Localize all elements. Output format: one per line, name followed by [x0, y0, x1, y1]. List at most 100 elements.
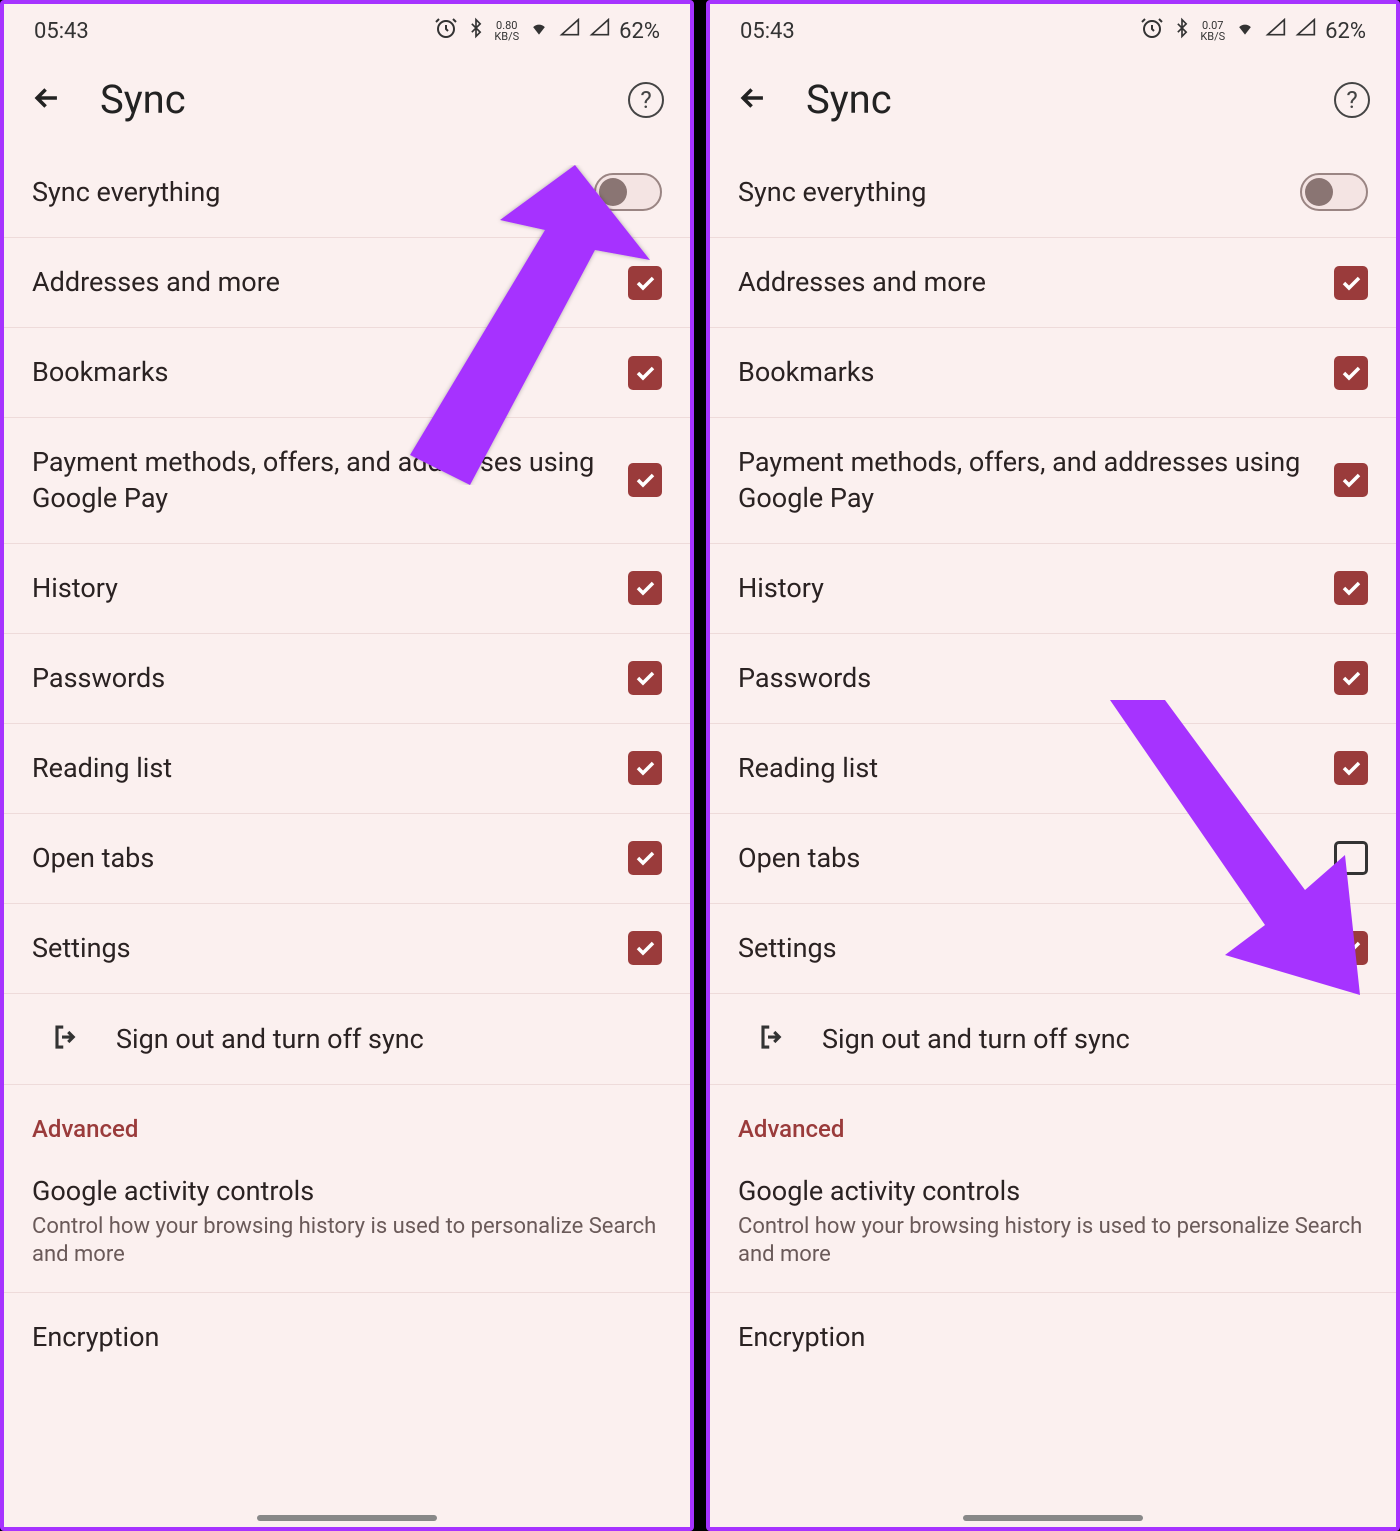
- sync-item-label: Settings: [738, 930, 1334, 966]
- signout-row[interactable]: Sign out and turn off sync: [710, 994, 1396, 1085]
- signout-label: Sign out and turn off sync: [116, 1023, 424, 1055]
- sync-item-label: Passwords: [738, 660, 1334, 696]
- sync-item-label: History: [32, 570, 628, 606]
- sync-item-row[interactable]: Settings: [4, 904, 690, 994]
- sync-item-checkbox[interactable]: [628, 356, 662, 390]
- nav-handle[interactable]: [257, 1515, 437, 1521]
- sync-item-checkbox[interactable]: [628, 751, 662, 785]
- encryption-label: Encryption: [32, 1321, 662, 1353]
- sync-item-row[interactable]: Bookmarks: [710, 328, 1396, 418]
- advanced-header: Advanced: [710, 1085, 1396, 1153]
- status-bar: 05:43 0.07 KB/S: [710, 4, 1396, 54]
- sync-item-label: Bookmarks: [738, 354, 1334, 390]
- sync-item-label: History: [738, 570, 1334, 606]
- encryption-row[interactable]: Encryption: [710, 1293, 1396, 1371]
- status-time: 05:43: [34, 19, 89, 44]
- network-speed: 0.07 KB/S: [1200, 20, 1225, 42]
- sync-item-label: Reading list: [32, 750, 628, 786]
- sync-item-row[interactable]: Settings: [710, 904, 1396, 994]
- sync-item-label: Open tabs: [32, 840, 628, 876]
- sync-item-label: Addresses and more: [32, 264, 628, 300]
- signal-icon-2: [1295, 18, 1317, 44]
- help-icon[interactable]: ?: [628, 82, 664, 118]
- sync-everything-label: Sync everything: [738, 174, 1300, 210]
- sync-item-row[interactable]: Addresses and more: [710, 238, 1396, 328]
- gac-description: Control how your browsing history is use…: [738, 1213, 1368, 1270]
- sync-everything-toggle[interactable]: [594, 173, 662, 211]
- sync-item-row[interactable]: Reading list: [710, 724, 1396, 814]
- sync-item-label: Open tabs: [738, 840, 1334, 876]
- sync-item-label: Payment methods, offers, and addresses u…: [738, 444, 1334, 517]
- sync-item-checkbox[interactable]: [1334, 661, 1368, 695]
- signal-icon-2: [589, 18, 611, 44]
- sync-item-row[interactable]: Bookmarks: [4, 328, 690, 418]
- status-time: 05:43: [740, 19, 795, 44]
- sync-item-row[interactable]: Payment methods, offers, and addresses u…: [710, 418, 1396, 544]
- sync-item-row[interactable]: Open tabs: [4, 814, 690, 904]
- network-speed: 0.80 KB/S: [494, 20, 519, 42]
- sync-item-checkbox[interactable]: [628, 931, 662, 965]
- sync-everything-label: Sync everything: [32, 174, 594, 210]
- page-title: Sync: [806, 76, 1298, 123]
- battery-percent: 62%: [1325, 19, 1366, 44]
- sync-everything-row[interactable]: Sync everything: [4, 147, 690, 238]
- sync-item-row[interactable]: Passwords: [710, 634, 1396, 724]
- sync-item-label: Bookmarks: [32, 354, 628, 390]
- sync-item-label: Settings: [32, 930, 628, 966]
- sync-item-checkbox[interactable]: [628, 266, 662, 300]
- signout-row[interactable]: Sign out and turn off sync: [4, 994, 690, 1085]
- signout-icon: [52, 1022, 82, 1056]
- sync-item-label: Addresses and more: [738, 264, 1334, 300]
- help-icon[interactable]: ?: [1334, 82, 1370, 118]
- status-bar: 05:43 0.80 KB/S: [4, 4, 690, 54]
- gac-title: Google activity controls: [32, 1175, 662, 1207]
- battery-percent: 62%: [619, 19, 660, 44]
- encryption-row[interactable]: Encryption: [4, 1293, 690, 1371]
- back-arrow-icon[interactable]: [736, 81, 770, 119]
- sync-item-row[interactable]: Reading list: [4, 724, 690, 814]
- page-header: Sync ?: [710, 54, 1396, 147]
- encryption-label: Encryption: [738, 1321, 1368, 1353]
- sync-item-row[interactable]: Open tabs: [710, 814, 1396, 904]
- sync-item-checkbox[interactable]: [1334, 463, 1368, 497]
- sync-item-checkbox[interactable]: [1334, 841, 1368, 875]
- sync-item-checkbox[interactable]: [1334, 356, 1368, 390]
- sync-item-checkbox[interactable]: [1334, 931, 1368, 965]
- bluetooth-icon: [1172, 16, 1192, 46]
- sync-item-checkbox[interactable]: [1334, 751, 1368, 785]
- alarm-icon: [1140, 16, 1164, 46]
- back-arrow-icon[interactable]: [30, 81, 64, 119]
- phone-right: 05:43 0.07 KB/S: [706, 0, 1400, 1531]
- nav-handle[interactable]: [963, 1515, 1143, 1521]
- wifi-icon: [1233, 18, 1257, 44]
- signout-icon: [758, 1022, 788, 1056]
- advanced-header: Advanced: [4, 1085, 690, 1153]
- sync-everything-row[interactable]: Sync everything: [710, 147, 1396, 238]
- sync-item-checkbox[interactable]: [628, 661, 662, 695]
- google-activity-controls-row[interactable]: Google activity controls Control how you…: [4, 1153, 690, 1293]
- sync-everything-toggle[interactable]: [1300, 173, 1368, 211]
- gac-description: Control how your browsing history is use…: [32, 1213, 662, 1270]
- google-activity-controls-row[interactable]: Google activity controls Control how you…: [710, 1153, 1396, 1293]
- sync-item-checkbox[interactable]: [628, 463, 662, 497]
- sync-item-checkbox[interactable]: [628, 841, 662, 875]
- sync-item-label: Payment methods, offers, and addresses u…: [32, 444, 628, 517]
- wifi-icon: [527, 18, 551, 44]
- nav-bar: [710, 1507, 1396, 1527]
- signal-icon-1: [1265, 18, 1287, 44]
- sync-item-row[interactable]: Payment methods, offers, and addresses u…: [4, 418, 690, 544]
- signout-label: Sign out and turn off sync: [822, 1023, 1130, 1055]
- page-title: Sync: [100, 76, 592, 123]
- sync-item-checkbox[interactable]: [1334, 266, 1368, 300]
- sync-item-row[interactable]: History: [4, 544, 690, 634]
- sync-item-row[interactable]: Addresses and more: [4, 238, 690, 328]
- sync-item-label: Reading list: [738, 750, 1334, 786]
- sync-item-checkbox[interactable]: [1334, 571, 1368, 605]
- sync-item-row[interactable]: Passwords: [4, 634, 690, 724]
- gac-title: Google activity controls: [738, 1175, 1368, 1207]
- sync-item-row[interactable]: History: [710, 544, 1396, 634]
- sync-item-label: Passwords: [32, 660, 628, 696]
- sync-item-checkbox[interactable]: [628, 571, 662, 605]
- signal-icon-1: [559, 18, 581, 44]
- bluetooth-icon: [466, 16, 486, 46]
